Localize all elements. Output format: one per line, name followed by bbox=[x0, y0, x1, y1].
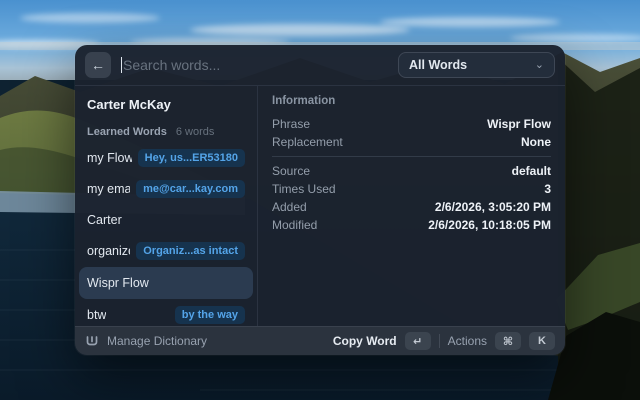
section-label: Learned Words bbox=[87, 126, 167, 138]
word-item-label: Carter bbox=[87, 213, 122, 227]
detail-row-value: Wispr Flow bbox=[487, 117, 551, 131]
manage-dictionary-label: Manage Dictionary bbox=[107, 334, 208, 348]
detail-row-value: default bbox=[511, 164, 551, 178]
details-divider bbox=[272, 156, 551, 157]
window-content: Carter McKay Learned Words 6 words my Fl… bbox=[75, 86, 565, 326]
word-item-label: Wispr Flow bbox=[87, 276, 149, 290]
word-item-badge: Hey, us...ER53180 bbox=[137, 149, 245, 167]
word-item-label: organize th... bbox=[87, 244, 131, 258]
detail-row-value: 3 bbox=[544, 182, 551, 196]
search-input[interactable] bbox=[123, 57, 388, 73]
manage-dictionary-button[interactable]: Manage Dictionary bbox=[85, 334, 207, 348]
text-caret bbox=[121, 57, 122, 73]
details-rows: Phrase Wispr Flow Replacement None Sourc… bbox=[272, 115, 551, 234]
wispr-flow-logo-icon bbox=[86, 336, 98, 346]
detail-row-value: None bbox=[521, 135, 551, 149]
details-panel: Information Phrase Wispr Flow Replacemen… bbox=[258, 86, 565, 326]
command-key-icon: ⌘ bbox=[495, 332, 521, 350]
detail-row: Phrase Wispr Flow bbox=[272, 115, 551, 133]
information-title: Information bbox=[272, 95, 336, 107]
detail-row-label: Source bbox=[272, 164, 311, 178]
detail-row: Replacement None bbox=[272, 133, 551, 151]
detail-row-value: 2/6/2026, 3:05:20 PM bbox=[434, 200, 551, 214]
word-item-badge: me@car...kay.com bbox=[136, 180, 245, 198]
return-key-icon: ↵ bbox=[404, 332, 431, 350]
back-arrow-icon: ← bbox=[91, 57, 105, 73]
search-bar: ← All Words ⌄ bbox=[75, 45, 565, 86]
word-filter-dropdown[interactable]: All Words ⌄ bbox=[398, 52, 555, 78]
word-list-item[interactable]: btw by the way bbox=[79, 300, 253, 326]
detail-row: Times Used 3 bbox=[272, 180, 551, 198]
word-list-item[interactable]: organize th... Organiz...as intact bbox=[79, 236, 253, 266]
k-key-icon: K bbox=[529, 332, 555, 350]
footer-bar: Manage Dictionary Copy Word ↵ Actions ⌘ … bbox=[75, 326, 565, 355]
word-list-item[interactable]: my email a... me@car...kay.com bbox=[79, 174, 253, 204]
actions-button[interactable]: Actions bbox=[448, 334, 487, 348]
detail-row-label: Phrase bbox=[272, 117, 311, 131]
copy-word-button[interactable]: Copy Word bbox=[333, 334, 397, 348]
detail-row: Added 2/6/2026, 3:05:20 PM bbox=[272, 198, 551, 216]
detail-row: Modified 2/6/2026, 10:18:05 PM bbox=[272, 216, 551, 234]
detail-row-label: Added bbox=[272, 200, 307, 214]
word-item-badge: by the way bbox=[174, 306, 245, 324]
search-field-wrap bbox=[121, 57, 388, 73]
detail-row-label: Modified bbox=[272, 218, 318, 232]
footer-divider bbox=[438, 334, 440, 348]
word-list-item[interactable]: Wispr Flow bbox=[79, 267, 253, 299]
words-sidebar: Carter McKay Learned Words 6 words my Fl… bbox=[75, 86, 258, 326]
detail-row: Source default bbox=[272, 162, 551, 180]
learned-words-header: Learned Words 6 words bbox=[87, 126, 245, 138]
footer-actions: Copy Word ↵ Actions ⌘ K bbox=[333, 332, 555, 350]
word-item-label: my email a... bbox=[87, 182, 130, 196]
word-list-item[interactable]: Carter bbox=[79, 205, 253, 235]
word-filter-value: All Words bbox=[409, 58, 468, 72]
user-name: Carter McKay bbox=[87, 97, 171, 112]
back-button[interactable]: ← bbox=[85, 52, 111, 78]
dictionary-window: ← All Words ⌄ Carter McKay Learned Words… bbox=[75, 45, 565, 355]
detail-row-label: Times Used bbox=[272, 182, 336, 196]
chevron-down-icon: ⌄ bbox=[534, 59, 544, 71]
word-item-label: btw bbox=[87, 308, 107, 322]
section-count: 6 words bbox=[175, 126, 215, 138]
word-list-item[interactable]: my Flow ref... Hey, us...ER53180 bbox=[79, 143, 253, 173]
learned-words-list: my Flow ref... Hey, us...ER53180 my emai… bbox=[79, 143, 253, 326]
detail-row-value: 2/6/2026, 10:18:05 PM bbox=[428, 218, 551, 232]
word-item-badge: Organiz...as intact bbox=[136, 242, 245, 260]
word-item-label: my Flow ref... bbox=[87, 151, 132, 165]
detail-row-label: Replacement bbox=[272, 135, 343, 149]
